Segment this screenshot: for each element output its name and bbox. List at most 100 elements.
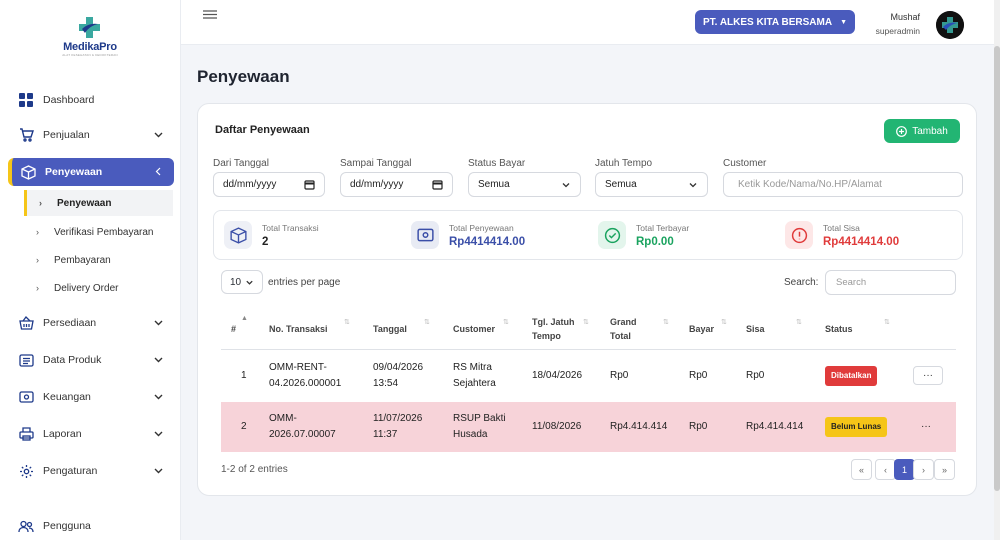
cell-date: 11/07/2026 11:37 — [373, 402, 422, 452]
chevron-down-icon — [246, 280, 253, 285]
col-grand[interactable]: Grand Total — [610, 309, 637, 349]
chevron-right-icon: › — [36, 227, 39, 237]
sort-icon: ⇅ — [884, 319, 890, 326]
sidebar-item-pengaturan[interactable]: Pengaturan — [8, 457, 174, 485]
col-customer[interactable]: Customer — [453, 309, 495, 349]
due-label: Jatuh Tempo — [595, 158, 653, 169]
cell-customer-line2: Husada — [453, 429, 488, 440]
customer-input[interactable]: Ketik Kode/Nama/No.HP/Alamat — [723, 172, 963, 197]
sidebar-item-label: Pengguna — [43, 520, 91, 532]
user-info[interactable]: Mushaf superadmin — [876, 10, 920, 38]
pagination-page-1[interactable]: 1 — [894, 459, 915, 480]
sidebar-item-laporan[interactable]: Laporan — [8, 420, 174, 448]
summary-label: Total Penyewaan — [449, 222, 514, 233]
to-date-input[interactable]: dd/mm/yyyy — [340, 172, 453, 197]
customer-placeholder: Ketik Kode/Nama/No.HP/Alamat — [738, 179, 882, 190]
sidebar-item-penjualan[interactable]: Penjualan — [8, 121, 174, 149]
sidebar-item-label: Penjualan — [43, 129, 90, 141]
avatar[interactable] — [936, 11, 964, 39]
chevron-down-icon — [154, 468, 163, 474]
col-paid[interactable]: Bayar — [689, 309, 714, 349]
summary-total-terbayar: Total Terbayar Rp0.00 — [598, 221, 689, 249]
due-value: Semua — [605, 179, 637, 190]
hamburger-menu-icon[interactable] — [203, 10, 217, 22]
cell-trx[interactable]: OMM- 2026.07.00007 — [269, 402, 336, 452]
customer-label: Customer — [723, 158, 767, 169]
add-button-label: Tambah — [912, 125, 948, 137]
sort-icon: ⇅ — [663, 319, 669, 326]
sidebar-subitem-pembayaran[interactable]: › Pembayaran — [24, 247, 173, 273]
row-actions-button[interactable]: ··· — [921, 402, 931, 452]
cell-due: 11/08/2026 — [532, 421, 582, 432]
pagination-prev[interactable]: ‹ — [875, 459, 896, 480]
status-badge: Belum Lunas — [825, 417, 888, 437]
page-size-select[interactable]: 10 — [221, 270, 263, 294]
summary-label: Total Transaksi — [262, 222, 319, 233]
col-date[interactable]: Tanggal — [373, 309, 407, 349]
logo-text: MedikaPro — [63, 41, 117, 53]
subitem-label: Delivery Order — [54, 282, 119, 294]
chevron-left-icon — [155, 167, 161, 176]
sidebar-item-keuangan[interactable]: Keuangan — [8, 383, 174, 411]
col-rest[interactable]: Sisa — [746, 309, 765, 349]
scrollbar-thumb[interactable] — [994, 46, 1000, 491]
cell-paid: Rp0 — [689, 421, 708, 432]
logo[interactable]: MedikaPro ALAT KESEHATAN & KEDOKTERAN — [60, 16, 120, 57]
col-grand-line1: Grand — [610, 317, 637, 327]
search-label: Search: — [784, 277, 819, 288]
status-select[interactable]: Semua — [468, 172, 581, 197]
col-due[interactable]: Tgl. Jatuh Tempo — [532, 309, 575, 349]
page-scrollbar[interactable] — [994, 0, 1000, 540]
col-no[interactable]: # — [231, 309, 236, 349]
summary-value: Rp4414414.00 — [449, 235, 526, 248]
sidebar-item-label: Laporan — [43, 428, 82, 440]
users-icon — [18, 518, 34, 534]
cell-rest: Rp0 — [746, 370, 765, 381]
to-date-value: dd/mm/yyyy — [350, 179, 404, 190]
summary-total-penyewaan: Total Penyewaan Rp4414414.00 — [411, 221, 525, 249]
to-date-label: Sampai Tanggal — [340, 158, 412, 169]
cell-rest: Rp4.414.414 — [746, 421, 804, 432]
pagination-next[interactable]: › — [913, 459, 934, 480]
subitem-label: Penyewaan — [57, 197, 112, 209]
col-trx[interactable]: No. Transaksi — [269, 309, 328, 349]
cell-trx-line1: OMM-RENT- — [269, 362, 327, 373]
more-icon: ··· — [921, 421, 931, 432]
row-actions-button[interactable]: ··· — [913, 366, 943, 385]
chevron-down-icon — [154, 132, 163, 138]
table-info: 1-2 of 2 entries — [221, 464, 288, 475]
sidebar-item-penyewaan[interactable]: Penyewaan — [8, 158, 174, 186]
summary-value: Rp4414414.00 — [823, 235, 900, 248]
sort-asc-icon: ▲ — [241, 315, 248, 322]
sidebar-subitem-penyewaan[interactable]: › Penyewaan — [24, 190, 173, 216]
from-date-input[interactable]: dd/mm/yyyy — [213, 172, 325, 197]
col-status[interactable]: Status — [825, 309, 853, 349]
more-icon: ··· — [923, 370, 933, 381]
sort-icon: ⇅ — [424, 319, 430, 326]
cell-trx-line1: OMM- — [269, 413, 297, 424]
company-selector[interactable]: PT. ALKES KITA BERSAMA ▼ — [695, 10, 855, 34]
search-input[interactable]: Search — [825, 270, 956, 295]
status-badge: Dibatalkan — [825, 366, 878, 386]
sidebar-item-label: Penyewaan — [45, 166, 103, 178]
sidebar-item-label: Data Produk — [43, 354, 102, 366]
sidebar-item-persediaan[interactable]: Persediaan — [8, 309, 174, 337]
pagination-last[interactable]: » — [934, 459, 955, 480]
cell-trx[interactable]: OMM-RENT- 04.2026.000001 — [269, 351, 341, 401]
search-placeholder: Search — [836, 277, 867, 288]
sidebar-item-dashboard[interactable]: Dashboard — [8, 86, 174, 114]
cell-customer-line2: Sejahtera — [453, 378, 496, 389]
pagination-first[interactable]: « — [851, 459, 872, 480]
sidebar-item-pengguna[interactable]: Pengguna — [8, 512, 174, 540]
box-icon — [224, 221, 252, 249]
medical-cross-icon — [79, 17, 100, 38]
printer-icon — [18, 426, 34, 442]
table-row: 1 OMM-RENT- 04.2026.000001 09/04/2026 13:5… — [221, 351, 956, 401]
due-select[interactable]: Semua — [595, 172, 708, 197]
add-button[interactable]: Tambah — [884, 119, 960, 143]
sidebar-item-data-produk[interactable]: Data Produk — [8, 346, 174, 374]
box-icon — [20, 164, 36, 180]
sort-icon: ⇅ — [503, 319, 509, 326]
sidebar-subitem-verifikasi[interactable]: › Verifikasi Pembayaran — [24, 219, 173, 245]
sidebar-subitem-delivery[interactable]: › Delivery Order — [24, 275, 173, 301]
